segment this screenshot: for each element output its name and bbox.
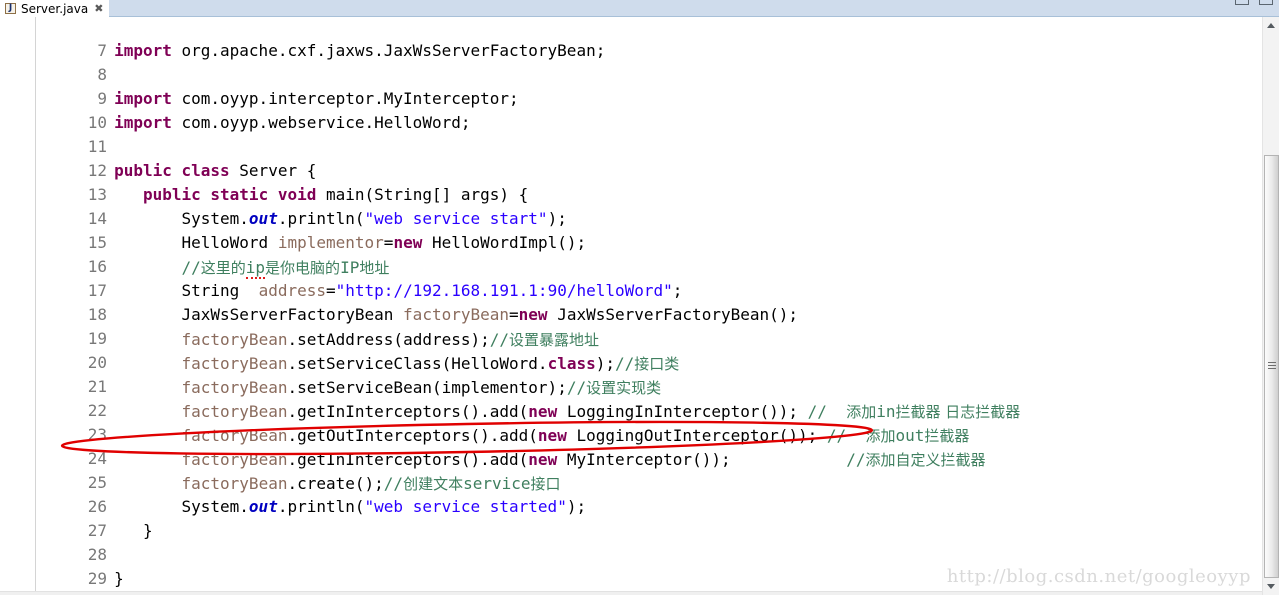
vertical-scrollbar[interactable] xyxy=(1262,17,1279,595)
code-line[interactable]: 9 import com.oyyp.interceptor.MyIntercept… xyxy=(0,65,1244,108)
code-line[interactable]: 14 System.out.println("web service start… xyxy=(0,185,1244,228)
scroll-up-button[interactable] xyxy=(1263,17,1279,34)
code-line[interactable]: 23 factoryBean.getOutInterceptors().add(… xyxy=(0,401,1244,445)
code-line[interactable]: 25 factoryBean.create();//创建文本service接口 xyxy=(0,449,1244,493)
chevron-down-icon xyxy=(1267,584,1275,589)
code-line[interactable]: 10 import com.oyyp.webservice.HelloWord; xyxy=(0,89,1244,132)
code-line[interactable]: 11 xyxy=(0,113,1244,156)
editor-tab-bar: J Server.java ✖ xyxy=(0,0,1279,17)
code-line[interactable]: 17 String address="http://192.168.191.1:… xyxy=(0,257,1244,300)
code-line[interactable]: 16 //这里的ip是你电脑的IP地址 xyxy=(0,233,1244,279)
minimize-button[interactable] xyxy=(1235,0,1249,5)
code-line-highlighted[interactable]: 24 factoryBean.getInInterceptors().add(n… xyxy=(0,425,1244,469)
window-controls xyxy=(1235,0,1273,5)
code-lines: 7 import org.apache.cxf.jaxws.JaxWsServer… xyxy=(0,17,1244,595)
chevron-up-icon xyxy=(1267,23,1275,28)
editor-tab-server-java[interactable]: J Server.java ✖ xyxy=(0,0,110,17)
scroll-thumb[interactable] xyxy=(1264,155,1279,578)
code-line[interactable]: 18 JaxWsServerFactoryBean factoryBean=ne… xyxy=(0,281,1244,324)
watermark-text: http://blog.csdn.net/googleoyyp xyxy=(946,566,1251,587)
close-icon[interactable]: ✖ xyxy=(94,3,103,14)
code-line[interactable]: 20 factoryBean.setServiceClass(HelloWord… xyxy=(0,329,1244,373)
code-line[interactable]: 22 factoryBean.getInInterceptors().add(n… xyxy=(0,377,1244,421)
scroll-down-button[interactable] xyxy=(1263,578,1279,595)
code-line[interactable]: 12 public class Server { xyxy=(0,137,1244,180)
code-line[interactable]: 7 import org.apache.cxf.jaxws.JaxWsServer… xyxy=(0,17,1244,60)
code-line[interactable]: 28 xyxy=(0,521,1244,564)
code-line[interactable]: 26 System.out.println("web service start… xyxy=(0,473,1244,516)
code-editor-area[interactable]: 7 import org.apache.cxf.jaxws.JaxWsServer… xyxy=(0,17,1279,595)
maximize-button[interactable] xyxy=(1259,0,1273,5)
code-line[interactable]: 8 xyxy=(0,41,1244,84)
code-line[interactable]: 13 public static void main(String[] args… xyxy=(0,161,1244,204)
code-line[interactable]: 19 factoryBean.setAddress(address);//设置暴… xyxy=(0,305,1244,349)
java-file-icon: J xyxy=(4,2,17,15)
eclipse-editor-window: J Server.java ✖ 7 import org.apache.cxf.j… xyxy=(0,0,1279,595)
code-line[interactable]: 15 HelloWord implementor=new HelloWordIm… xyxy=(0,209,1244,252)
code-line[interactable]: 27 } xyxy=(0,497,1244,540)
editor-tab-label: Server.java xyxy=(21,1,89,16)
grip-icon xyxy=(1268,361,1276,372)
code-line[interactable]: 21 factoryBean.setServiceBean(implemento… xyxy=(0,353,1244,397)
horizontal-scrollbar[interactable] xyxy=(0,591,1262,595)
